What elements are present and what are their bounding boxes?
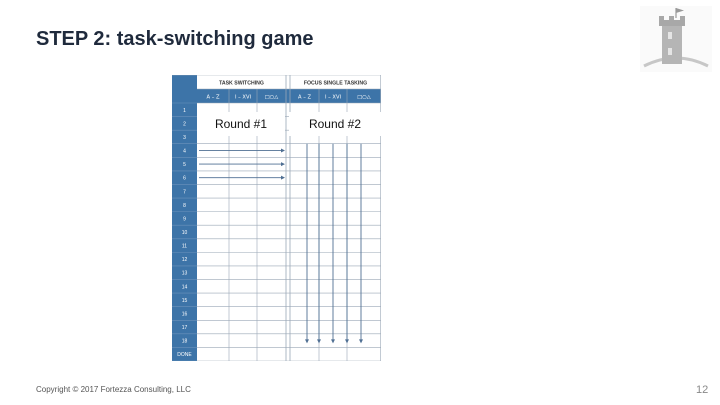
row-label: 18 (182, 339, 188, 345)
group-header-task-switching: TASK SWITCHING (219, 81, 264, 87)
column-header: I – XVI (235, 95, 252, 101)
column-header: □○△ (357, 95, 370, 101)
column-header: I – XVI (325, 95, 342, 101)
column-header: A – Z (298, 95, 311, 101)
row-label: 14 (182, 284, 188, 290)
row-label: 10 (182, 230, 188, 236)
row-label: 2 (183, 121, 186, 127)
castle-tower-icon (640, 6, 712, 72)
row-label: 12 (182, 257, 188, 263)
row-label: 15 (182, 298, 188, 304)
page-number: 12 (696, 384, 709, 396)
row-label: 9 (183, 216, 186, 222)
single-task-arrow-head (305, 339, 309, 344)
single-task-arrow-head (317, 339, 321, 344)
switching-arrow-head (281, 175, 285, 180)
column-header-band (197, 89, 381, 103)
single-task-arrow-head (359, 339, 363, 344)
slide-title: STEP 2: task-switching game (36, 28, 314, 50)
row-label: 5 (183, 162, 186, 168)
row-label: 11 (182, 244, 187, 250)
group-header-focus-single-tasking: FOCUS SINGLE TASKING (304, 81, 367, 87)
column-header: □○△ (265, 95, 278, 101)
row-label: 4 (183, 149, 186, 155)
row-label: 16 (182, 311, 188, 317)
single-task-arrow-head (345, 339, 349, 344)
round-1-label: Round #1 (197, 112, 285, 136)
copyright-footer: Copyright © 2017 Fortezza Consulting, LL… (36, 385, 191, 394)
row-label: 8 (183, 203, 186, 209)
column-header: A – Z (207, 95, 220, 101)
single-task-arrow-head (331, 339, 335, 344)
switching-arrow-head (281, 148, 285, 153)
switching-arrow-head (281, 162, 285, 167)
row-label: 6 (183, 176, 186, 182)
row-label: DONE (177, 352, 192, 358)
row-label: 17 (182, 325, 188, 331)
row-label: 3 (183, 135, 186, 141)
round-2-label: Round #2 (289, 112, 381, 136)
row-label: 13 (182, 271, 188, 277)
row-label: 1 (183, 108, 186, 114)
row-label: 7 (183, 189, 186, 195)
